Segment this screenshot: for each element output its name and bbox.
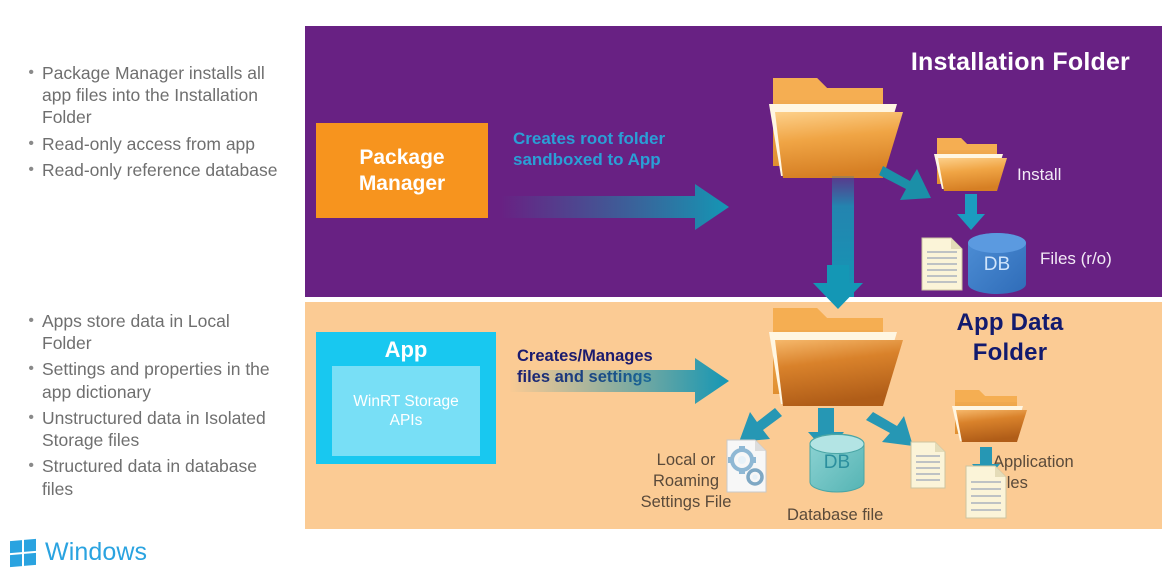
list-item: • Unstructured data in Isolated Storage … — [0, 407, 300, 451]
list-item: • Read-only access from app — [0, 133, 300, 155]
bullet-text: Settings and properties in the app dicti… — [42, 359, 270, 402]
application-files-label: Application Files — [993, 453, 1074, 492]
folder-open-icon-small-appdata — [952, 390, 1027, 442]
bullet-text: Apps store data in Local Folder — [42, 311, 230, 354]
app-box: App WinRT Storage APIs — [316, 332, 496, 464]
bullet-marker: • — [28, 312, 34, 329]
package-manager-box: Package Manager — [316, 123, 488, 218]
winrt-storage-apis-label: WinRT Storage APIs — [353, 392, 459, 430]
slide-root: • Package Manager installs all app files… — [0, 0, 1162, 577]
fanout-arrow-right — [866, 412, 913, 446]
package-manager-label: Package Manager — [358, 145, 446, 195]
windows-brand-label: Windows — [45, 538, 148, 566]
local-roaming-settings-label: Local or Roaming Settings File — [640, 451, 732, 511]
files-readonly-label: Files (r/o) — [1040, 249, 1112, 268]
bullet-text: Read-only reference database — [42, 159, 278, 180]
folder-open-icon-large — [769, 78, 903, 178]
database-file-label: Database file — [787, 506, 884, 524]
db-label-installation: DB — [983, 254, 1011, 275]
bullet-marker: • — [28, 457, 34, 475]
page-title-installation-folder: Installation Folder — [910, 48, 1130, 76]
document-icon-appdata — [910, 441, 946, 489]
install-label: Install — [1017, 165, 1062, 184]
folder-open-icon-large-appdata — [769, 308, 903, 406]
list-item: • Structured data in database files — [0, 455, 300, 499]
bullet-text: Structured data in database files — [42, 456, 258, 499]
bullet-text: Unstructured data in Isolated Storage fi… — [42, 407, 266, 451]
page-title-app-data-folder: App Data Folder — [956, 309, 1064, 366]
bullet-marker: • — [28, 134, 34, 152]
bullet-text: Read-only access from app — [42, 133, 256, 154]
winrt-storage-apis-box: WinRT Storage APIs — [332, 366, 480, 457]
windows-logo-icon — [10, 538, 36, 567]
installation-folder-panel: Installation Folder Package Manager Creat… — [305, 26, 1162, 297]
app-box-label: App — [384, 337, 428, 362]
app-data-folder-panel: App Data Folder App WinRT Storage APIs Cre… — [305, 302, 1162, 529]
creates-root-arrow — [501, 184, 729, 230]
bullet-text: Package Manager installs all app files i… — [42, 63, 265, 128]
bullet-list-installation: • Package Manager installs all app files… — [0, 62, 300, 185]
fanout-arrow-center — [808, 408, 844, 452]
install-arrow-down-small — [957, 194, 985, 230]
document-icon — [921, 237, 963, 291]
db-label-appdata: DB — [823, 452, 851, 473]
list-item: • Settings and properties in the app dic… — [0, 358, 300, 402]
bullet-marker: • — [28, 360, 34, 378]
cross-panel-arrowhead — [813, 265, 863, 309]
install-arrow-diagonal — [879, 166, 931, 200]
fanout-arrow-left — [739, 408, 782, 442]
creates-root-folder-label: Creates root folder sandboxed to App — [513, 129, 666, 170]
bullet-marker: • — [28, 160, 34, 178]
bullet-marker: • — [28, 64, 34, 81]
windows-logo: Windows — [10, 538, 147, 567]
list-item: • Package Manager installs all app files… — [0, 62, 300, 129]
list-item: • Apps store data in Local Folder — [0, 310, 300, 354]
bullet-list-appdata: • Apps store data in Local Folder • Sett… — [0, 310, 300, 504]
creates-manages-label: Creates/Manages files and settings — [517, 347, 653, 386]
folder-open-icon-small — [934, 138, 1007, 191]
bullet-marker: • — [28, 408, 34, 426]
list-item: • Read-only reference database — [0, 159, 300, 181]
